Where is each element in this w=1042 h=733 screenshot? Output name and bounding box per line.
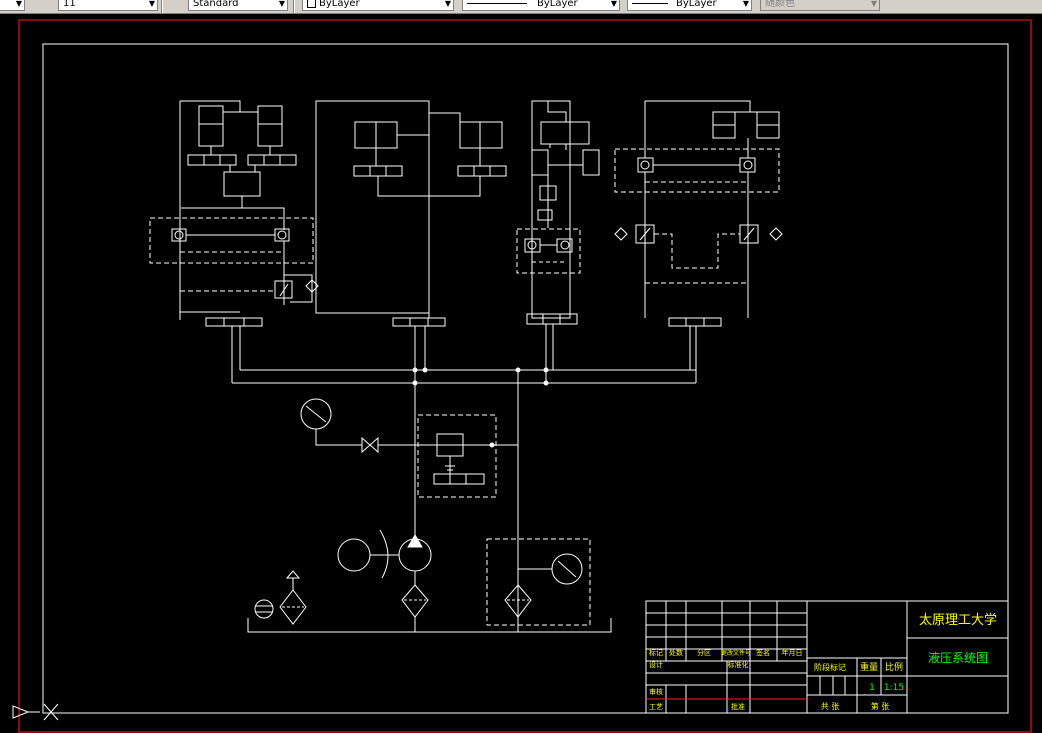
rev-header-2: 分区 [697, 648, 711, 657]
chevron-down-icon: ▼ [148, 0, 155, 8]
linetype-sample [467, 2, 527, 4]
rev-header-5: 年月日 [782, 648, 803, 657]
chevron-down-icon: ▼ [870, 0, 877, 8]
quantity-value: 1 [869, 683, 875, 693]
pump-motor-group [247, 529, 612, 633]
stage-mark-label: 阶段标记 [814, 662, 846, 672]
ucs-icon [12, 703, 59, 721]
design-label: 设计 [649, 660, 663, 669]
rev-header-0: 标记 [649, 648, 663, 657]
standardization-label: 标准化 [728, 660, 749, 669]
linetype-dropdown[interactable]: ByLayer ▼ [462, 0, 620, 11]
color-swatch-icon [307, 0, 316, 8]
circuit-3 [516, 100, 600, 383]
rev-header-4: 签名 [756, 648, 770, 657]
lineweight-value: ByLayer [676, 0, 717, 9]
circuit-2 [315, 100, 507, 383]
chevron-down-icon: ▼ [444, 0, 451, 8]
drawing-title: 液压系统图 [928, 650, 988, 665]
layer-manager-icon[interactable] [33, 0, 56, 11]
sheet-label: 第 张 [871, 701, 890, 711]
school-name: 太原理工大学 [919, 612, 997, 628]
audit-label: 审核 [649, 687, 663, 696]
process-label: 工艺 [649, 703, 663, 711]
color-dropdown[interactable]: ByLayer ▼ [302, 0, 454, 11]
linetype-value: ByLayer [537, 0, 578, 9]
sheets-label: 共 张 [821, 702, 840, 711]
plot-style-value: 随颜色 [765, 0, 795, 9]
circuit-4 [614, 100, 783, 383]
lineweight-dropdown[interactable]: ByLayer ▼ [627, 0, 752, 11]
layer-state-dropdown[interactable]: ▼ [0, 0, 25, 11]
relief-valve-group [300, 398, 518, 498]
drawing-frame [42, 43, 1009, 714]
main-manifold [231, 367, 696, 632]
properties-toolbar: ▼ 11 ▼ Standard ▼ ByLayer ▼ ByLayer ▼ ByLaye… [0, 0, 1042, 14]
weight-label: 重量 [860, 661, 878, 673]
chevron-down-icon: ▼ [742, 0, 749, 8]
chevron-down-icon: ▼ [610, 0, 617, 8]
circuit-1 [149, 100, 319, 370]
chevron-down-icon: ▼ [15, 0, 22, 8]
approve-label: 批准 [731, 702, 745, 711]
rev-header-3: 更改文件号 [721, 649, 751, 657]
paper-boundary [18, 19, 1032, 733]
color-value: ByLayer [319, 0, 360, 9]
chevron-down-icon: ▼ [278, 0, 285, 8]
rev-header-1: 处数 [669, 648, 683, 657]
toolbar-separator [161, 0, 163, 13]
lineweight-sample [632, 2, 668, 4]
plot-style-dropdown[interactable]: 随颜色 ▼ [760, 0, 880, 11]
text-style-icon[interactable] [166, 0, 188, 11]
toolbar-separator [293, 0, 295, 13]
text-style-value: Standard [193, 0, 239, 9]
drawing-canvas[interactable]: 太原理工大学 液压系统图 重量 比例 阶段标记 1 1:15 共 张 第 张 标… [0, 14, 1042, 733]
scale-value: 1:15 [884, 683, 904, 693]
layer-dropdown[interactable]: 11 ▼ [58, 0, 158, 11]
text-style-dropdown[interactable]: Standard ▼ [188, 0, 288, 11]
layer-value: 11 [63, 0, 76, 9]
scale-label: 比例 [885, 661, 903, 673]
